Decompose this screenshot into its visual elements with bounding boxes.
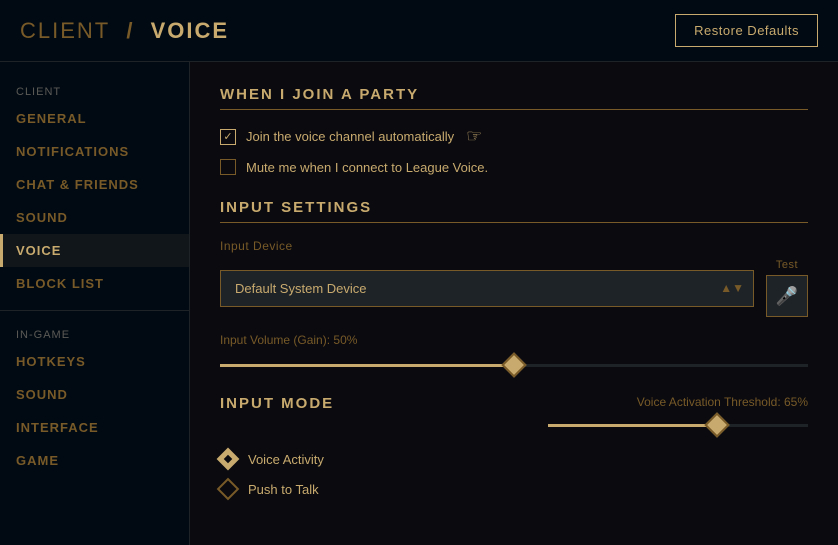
input-volume-slider-container: [220, 355, 808, 375]
sidebar-section-ingame: In-Game: [0, 321, 189, 345]
threshold-label: Voice Activation Threshold: 65%: [548, 395, 808, 409]
sidebar-item-block-list[interactable]: BLOCK LIST: [0, 267, 189, 300]
sidebar-section-client: Client: [0, 78, 189, 102]
push-to-talk-label: Push to Talk: [248, 482, 319, 497]
voice-activity-row[interactable]: Voice Activity: [220, 451, 808, 467]
sidebar-item-sound-ig[interactable]: SOUND: [0, 378, 189, 411]
test-label: Test: [776, 259, 798, 271]
input-settings-title: INPUT SETTINGS: [220, 199, 808, 223]
page-title: CLIENT / VOICE: [20, 18, 229, 44]
sidebar-item-sound[interactable]: SOUND: [0, 201, 189, 234]
title-separator: /: [126, 18, 134, 43]
push-to-talk-row[interactable]: Push to Talk: [220, 481, 808, 497]
main-layout: Client GENERAL NOTIFICATIONS CHAT & FRIE…: [0, 62, 838, 545]
device-select-wrapper: Default System Device ▲▼: [220, 270, 754, 307]
sidebar-item-interface[interactable]: INTERFACE: [0, 411, 189, 444]
party-section-title: WHEN I JOIN A PARTY: [220, 86, 808, 110]
voice-activity-radio-inner: [224, 455, 232, 463]
sidebar-item-hotkeys[interactable]: HOTKEYS: [0, 345, 189, 378]
cursor-icon: ☞: [466, 126, 482, 147]
restore-defaults-button[interactable]: Restore Defaults: [675, 14, 818, 47]
sidebar-item-chat-friends[interactable]: CHAT & FRIENDS: [0, 168, 189, 201]
auto-join-row[interactable]: Join the voice channel automatically ☞: [220, 126, 808, 147]
input-mode-header: INPUT MODE Voice Activation Threshold: 6…: [220, 395, 808, 435]
page-header: CLIENT / VOICE Restore Defaults: [0, 0, 838, 62]
input-device-select[interactable]: Default System Device: [220, 270, 754, 307]
mute-connect-row[interactable]: Mute me when I connect to League Voice.: [220, 159, 808, 175]
push-to-talk-radio[interactable]: [217, 478, 240, 501]
volume-row: Input Volume (Gain): 50%: [220, 333, 808, 375]
device-row: Default System Device ▲▼ Test 🎤: [220, 259, 808, 317]
input-settings-section: INPUT SETTINGS Input Device Default Syst…: [220, 199, 808, 375]
test-mic-button[interactable]: 🎤: [766, 275, 808, 317]
sidebar-item-notifications[interactable]: NOTIFICATIONS: [0, 135, 189, 168]
sidebar-divider: [0, 310, 189, 311]
input-mode-section: INPUT MODE Voice Activation Threshold: 6…: [220, 395, 808, 497]
mute-connect-label: Mute me when I connect to League Voice.: [246, 160, 488, 175]
test-section: Test 🎤: [766, 259, 808, 317]
title-voice: VOICE: [151, 18, 229, 43]
threshold-area: Voice Activation Threshold: 65%: [548, 395, 808, 435]
content-area: WHEN I JOIN A PARTY Join the voice chann…: [190, 62, 838, 545]
auto-join-label: Join the voice channel automatically: [246, 129, 454, 144]
title-client: CLIENT: [20, 18, 110, 43]
party-section: WHEN I JOIN A PARTY Join the voice chann…: [220, 86, 808, 175]
auto-join-checkbox[interactable]: [220, 129, 236, 145]
voice-activity-label: Voice Activity: [248, 452, 324, 467]
input-volume-label: Input Volume (Gain): 50%: [220, 333, 808, 347]
input-device-label: Input Device: [220, 239, 808, 253]
sidebar-item-voice[interactable]: VOICE: [0, 234, 189, 267]
threshold-slider-container: [548, 415, 808, 435]
mic-icon: 🎤: [776, 286, 798, 307]
sidebar-item-game[interactable]: GAME: [0, 444, 189, 477]
mute-connect-checkbox[interactable]: [220, 159, 236, 175]
input-mode-title: INPUT MODE: [220, 395, 334, 412]
voice-activity-radio[interactable]: [217, 448, 240, 471]
sidebar-item-general[interactable]: GENERAL: [0, 102, 189, 135]
sidebar: Client GENERAL NOTIFICATIONS CHAT & FRIE…: [0, 62, 190, 545]
